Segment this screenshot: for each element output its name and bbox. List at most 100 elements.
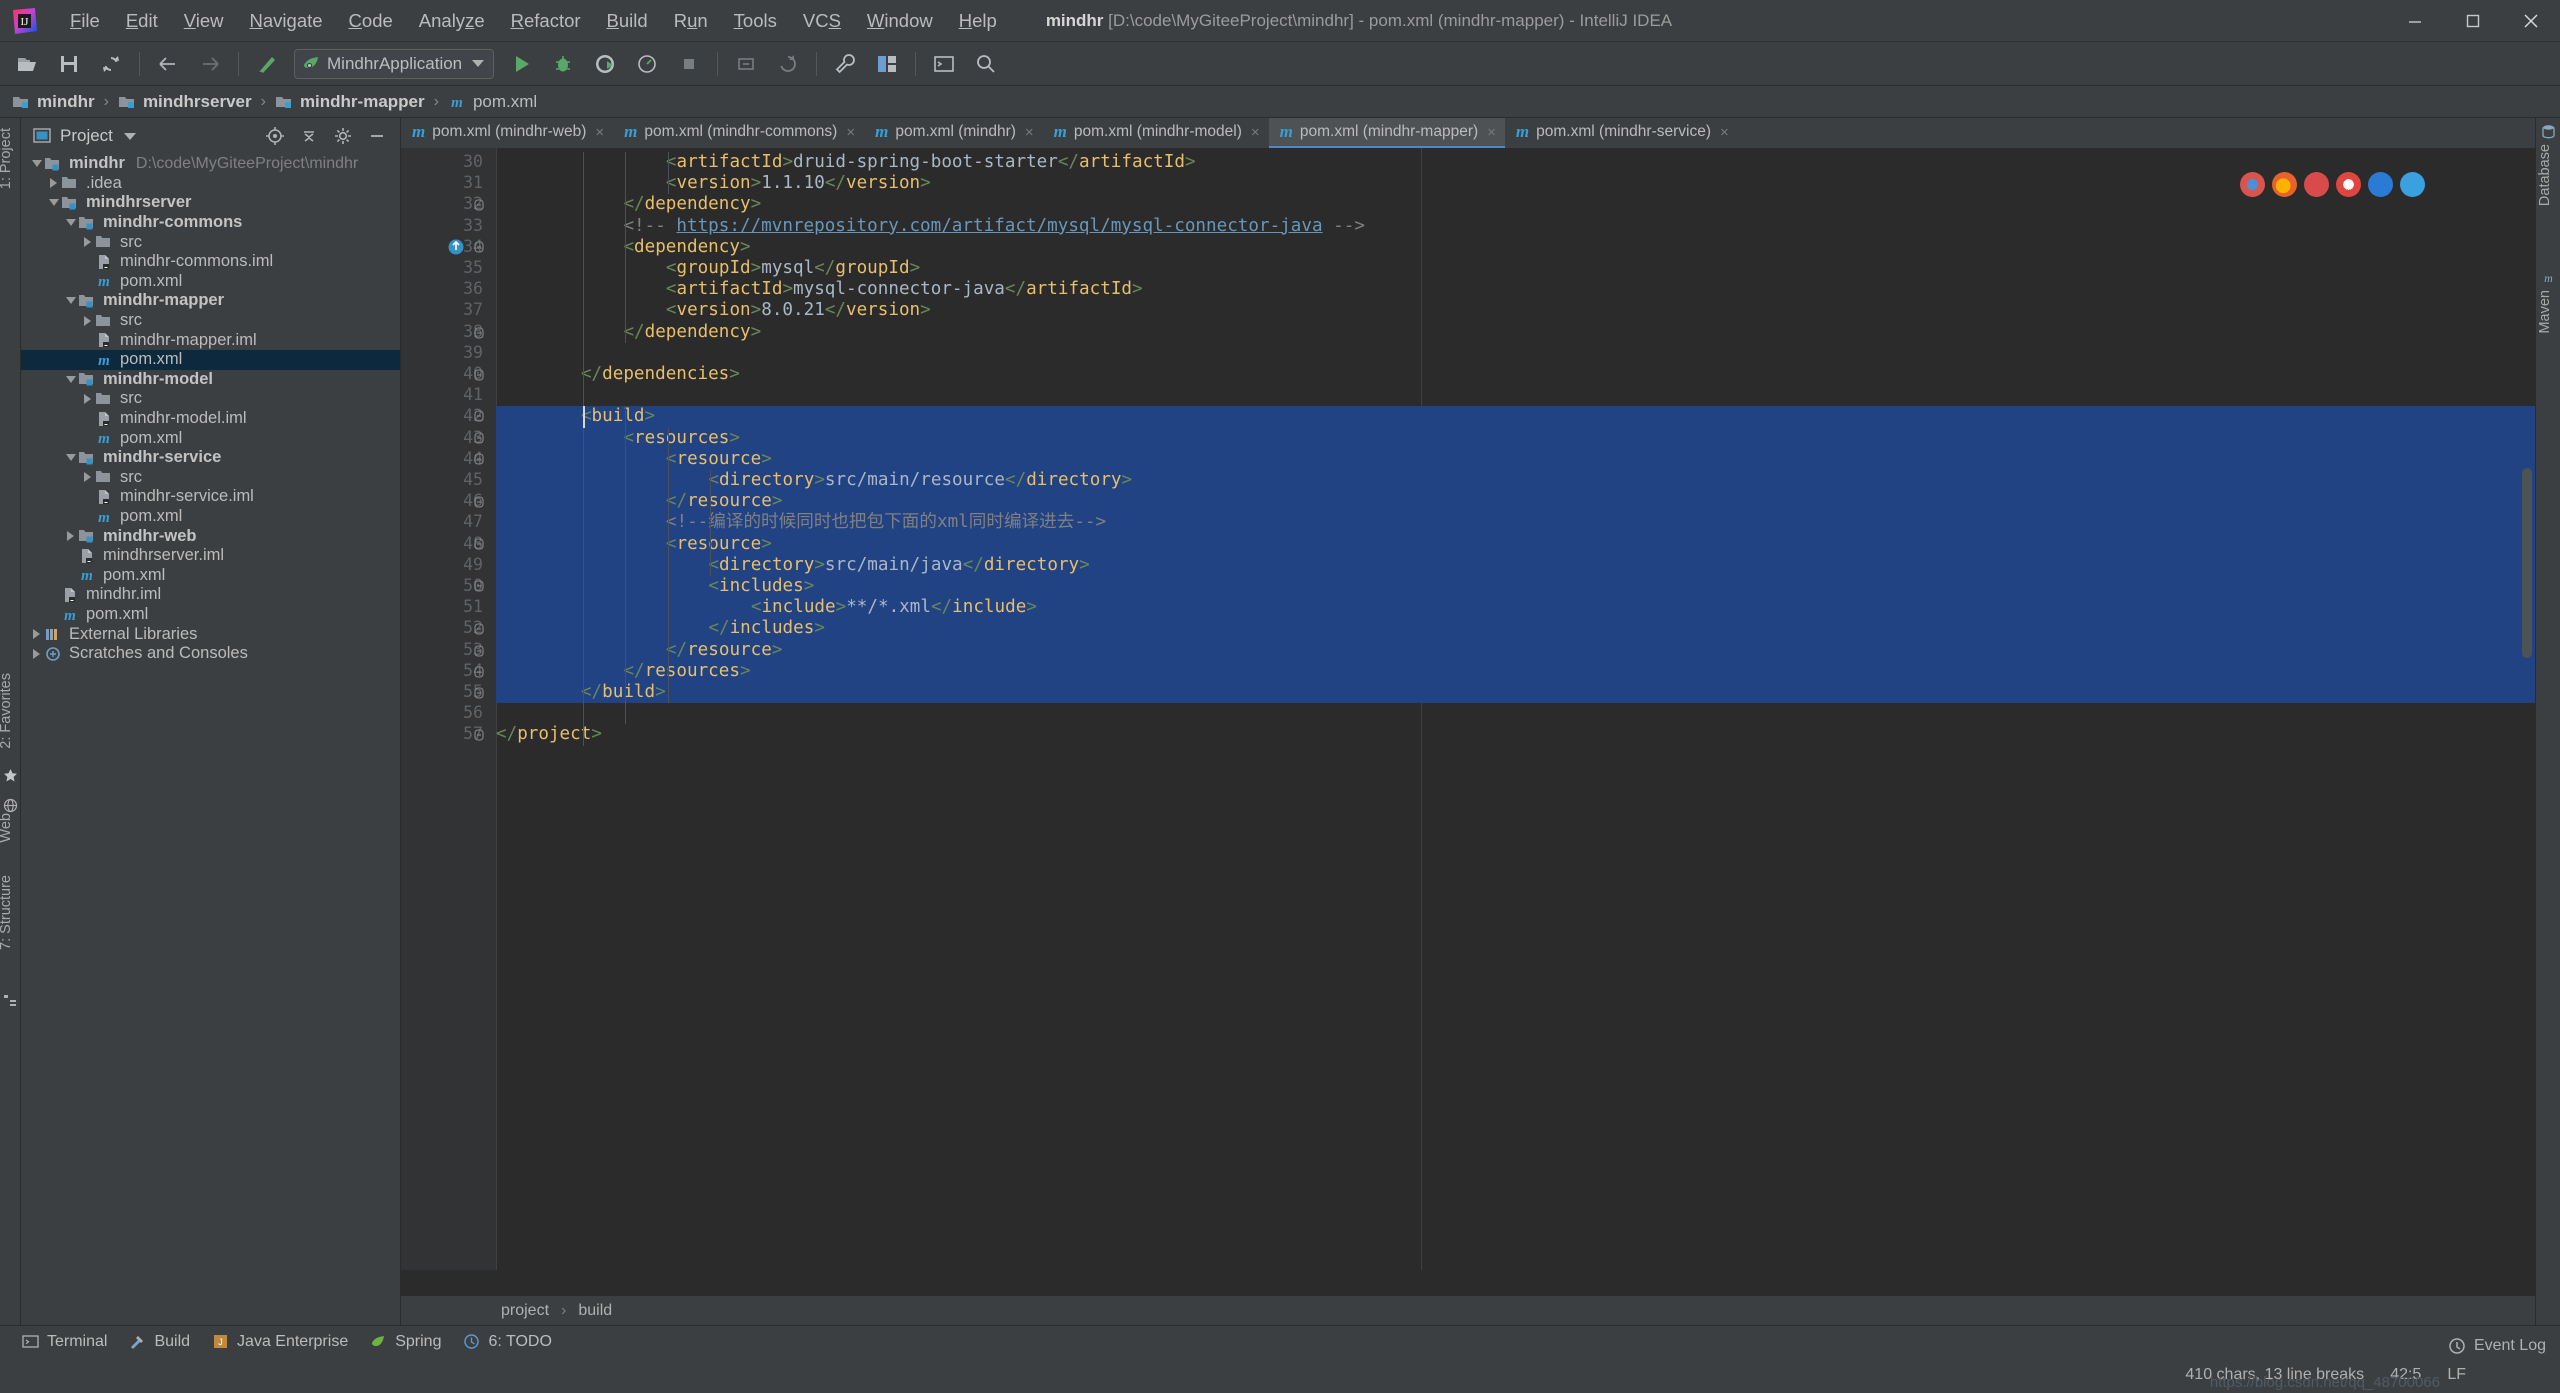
save-all-icon[interactable] bbox=[55, 50, 83, 78]
tree-item-scratches-and-consoles[interactable]: Scratches and Consoles bbox=[21, 644, 400, 664]
chevron-right-icon[interactable] bbox=[80, 313, 95, 328]
tree-item-mindhrserver[interactable]: mindhrserver bbox=[21, 193, 400, 213]
tree-item-mindhr-iml[interactable]: mindhr.iml bbox=[21, 585, 400, 605]
chevron-down-icon[interactable] bbox=[63, 215, 78, 230]
debug-icon[interactable] bbox=[549, 50, 577, 78]
code-line[interactable]: <groupId>mysql</groupId> bbox=[496, 258, 2535, 279]
chevron-down-icon[interactable] bbox=[472, 60, 485, 67]
menu-item-edit[interactable]: Edit bbox=[113, 0, 171, 42]
run-with-coverage-icon[interactable] bbox=[591, 50, 619, 78]
chevron-down-icon[interactable] bbox=[123, 132, 136, 140]
bottom-tool-window-bar[interactable]: Terminal Build J Java Enterprise Spring 6: TO… bbox=[0, 1325, 2560, 1357]
code-line[interactable] bbox=[496, 703, 2535, 724]
project-panel-toolbar[interactable] bbox=[258, 118, 394, 154]
code-line[interactable]: <dependency> bbox=[496, 237, 2535, 258]
sidebar-item-project[interactable]: 1: Project bbox=[0, 128, 19, 189]
chevron-right-icon[interactable] bbox=[80, 391, 95, 406]
editor-vertical-scrollbar[interactable] bbox=[2522, 468, 2532, 658]
tool-window-6-todo[interactable]: 6: TODO bbox=[463, 1333, 552, 1351]
code-line[interactable]: </includes> bbox=[496, 618, 2535, 640]
tool-window-build[interactable]: Build bbox=[129, 1333, 190, 1351]
chevron-down-icon[interactable] bbox=[63, 450, 78, 465]
editor-tab-pom-xml-mindhr-service-[interactable]: m pom.xml (mindhr-service) × bbox=[1505, 118, 1738, 148]
hide-icon[interactable] bbox=[364, 123, 390, 149]
compile-icon[interactable] bbox=[253, 50, 281, 78]
code-line[interactable]: <directory>src/main/java</directory> bbox=[496, 554, 2535, 576]
tree-item-pom-xml[interactable]: m pom.xml bbox=[21, 272, 400, 292]
tree-item-src[interactable]: src bbox=[21, 311, 400, 331]
tree-item-mindhr-web[interactable]: mindhr-web bbox=[21, 526, 400, 546]
tree-item-mindhr-service-iml[interactable]: mindhr-service.iml bbox=[21, 487, 400, 507]
fold-expand-icon[interactable] bbox=[473, 410, 485, 422]
project-structure-icon[interactable] bbox=[873, 50, 901, 78]
tree-item--idea[interactable]: .idea bbox=[21, 174, 400, 194]
code-line[interactable] bbox=[496, 343, 2535, 364]
menu-item-analyze[interactable]: Analyze bbox=[406, 0, 498, 42]
code-line[interactable]: <!-- https://mvnrepository.com/artifact/… bbox=[496, 216, 2535, 237]
tree-item-src[interactable]: src bbox=[21, 389, 400, 409]
tree-item-src[interactable]: src bbox=[21, 232, 400, 252]
code-line[interactable]: <resource> bbox=[496, 533, 2535, 555]
chevron-right-icon[interactable] bbox=[29, 627, 44, 642]
menu-item-vcs[interactable]: VCS bbox=[790, 0, 854, 42]
chevron-down-icon[interactable] bbox=[29, 156, 44, 171]
editor-tab-pom-xml-mindhr-web-[interactable]: m pom.xml (mindhr-web) × bbox=[401, 118, 613, 148]
tree-item-pom-xml[interactable]: m pom.xml bbox=[21, 507, 400, 527]
project-tool-window[interactable]: Project mindhr D:\code\MyGiteeProject\min… bbox=[21, 118, 401, 1357]
sidebar-item-structure[interactable]: 7: Structure bbox=[0, 875, 19, 950]
locate-icon[interactable] bbox=[262, 123, 288, 149]
maximize-button[interactable] bbox=[2444, 0, 2502, 42]
tree-item-pom-xml[interactable]: m pom.xml bbox=[21, 605, 400, 625]
code-line[interactable] bbox=[496, 385, 2535, 406]
open-folder-icon[interactable] bbox=[13, 50, 41, 78]
close-icon[interactable]: × bbox=[846, 124, 855, 141]
profile-icon[interactable] bbox=[633, 50, 661, 78]
chevron-down-icon[interactable] bbox=[63, 372, 78, 387]
editor-structure-breadcrumb[interactable]: project › build bbox=[401, 1295, 2535, 1325]
editor-tabs[interactable]: m pom.xml (mindhr-web) × m pom.xml (mindhr-c… bbox=[401, 118, 2535, 148]
code-line[interactable]: <includes> bbox=[496, 576, 2535, 598]
menu-item-navigate[interactable]: Navigate bbox=[237, 0, 336, 42]
editor-breadcrumb-build[interactable]: build bbox=[578, 1302, 612, 1320]
run-configuration-selector[interactable]: MindhrApplication bbox=[294, 48, 495, 79]
sidebar-item-maven[interactable]: Maven bbox=[2537, 290, 2558, 334]
event-log-button[interactable]: Event Log bbox=[2448, 1337, 2546, 1355]
line-separator[interactable]: LF bbox=[2447, 1366, 2466, 1384]
firefox-icon[interactable] bbox=[2272, 172, 2297, 197]
opera-icon[interactable] bbox=[2304, 172, 2329, 197]
collapse-all-icon[interactable] bbox=[296, 123, 322, 149]
tree-item-mindhr-model[interactable]: mindhr-model bbox=[21, 370, 400, 390]
chevron-right-icon[interactable] bbox=[46, 176, 61, 191]
tool-window-terminal[interactable]: Terminal bbox=[22, 1333, 107, 1351]
menu-item-view[interactable]: View bbox=[171, 0, 237, 42]
ie-icon[interactable] bbox=[2400, 172, 2425, 197]
code-line[interactable]: <resource> bbox=[496, 448, 2535, 470]
editor-gutter[interactable]: 30 31 32 33 34 35 36 37 38 39 40 41 42 43 44 45 46 47 48 49… bbox=[401, 148, 496, 1270]
editor-tab-pom-xml-mindhr-commons-[interactable]: m pom.xml (mindhr-commons) × bbox=[613, 118, 864, 148]
code-line[interactable]: </resource> bbox=[496, 491, 2535, 513]
code-line[interactable]: <artifactId>druid-spring-boot-starter</a… bbox=[496, 152, 2535, 173]
sync-icon[interactable] bbox=[97, 50, 125, 78]
fold-collapse-icon[interactable] bbox=[473, 368, 485, 381]
tree-item-pom-xml[interactable]: m pom.xml bbox=[21, 350, 400, 370]
chrome-icon[interactable] bbox=[2240, 172, 2265, 197]
minimize-button[interactable] bbox=[2386, 0, 2444, 42]
breadcrumb-item-pom-xml[interactable]: m pom.xml bbox=[448, 92, 537, 112]
tree-item-mindhr-commons[interactable]: mindhr-commons bbox=[21, 213, 400, 233]
safari-icon[interactable] bbox=[2336, 172, 2361, 197]
menu-item-refactor[interactable]: Refactor bbox=[498, 0, 594, 42]
fold-collapse-icon[interactable] bbox=[473, 665, 485, 678]
browser-preview-icons[interactable] bbox=[2240, 172, 2425, 197]
breadcrumb-item-mindhr[interactable]: mindhr bbox=[12, 92, 95, 112]
stop-icon[interactable] bbox=[675, 50, 703, 78]
code-line[interactable]: </dependency> bbox=[496, 194, 2535, 215]
code-line[interactable]: </resources> bbox=[496, 660, 2535, 682]
editor-tab-pom-xml-mindhr-[interactable]: m pom.xml (mindhr) × bbox=[864, 118, 1043, 148]
menu-bar[interactable]: File Edit View Navigate Code Analyze Refactor B… bbox=[57, 0, 1010, 42]
menu-item-help[interactable]: Help bbox=[946, 0, 1010, 42]
attach-icon[interactable] bbox=[732, 50, 760, 78]
menu-item-window[interactable]: Window bbox=[854, 0, 946, 42]
menu-item-code[interactable]: Code bbox=[336, 0, 406, 42]
editor-tab-pom-xml-mindhr-model-[interactable]: m pom.xml (mindhr-model) × bbox=[1043, 118, 1269, 148]
code-line[interactable]: </dependencies> bbox=[496, 364, 2535, 385]
